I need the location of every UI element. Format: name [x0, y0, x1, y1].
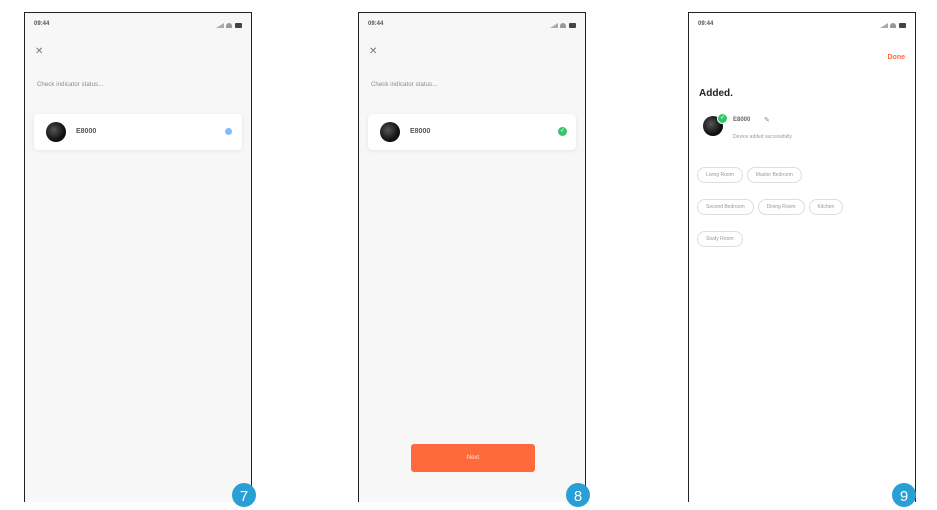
status-icons [880, 21, 906, 29]
signal-icon [880, 23, 888, 28]
loading-spinner-icon [225, 128, 232, 135]
device-icon [46, 122, 66, 142]
step-badge: 7 [232, 483, 256, 507]
wifi-icon [890, 23, 896, 28]
phone-screen-step-7: 09:44 ✕ Check indicator status... E8000 [24, 12, 252, 502]
battery-icon [235, 23, 242, 28]
page-title: Added. [699, 88, 733, 99]
check-icon: ✓ [717, 113, 728, 124]
status-time: 09:44 [698, 21, 714, 27]
status-message: Check indicator status... [37, 82, 104, 88]
status-time: 09:44 [34, 21, 50, 27]
device-name: E8000 [76, 128, 97, 135]
status-message: Check indicator status... [371, 82, 438, 88]
close-icon[interactable]: ✕ [369, 46, 377, 57]
signal-icon [550, 23, 558, 28]
device-icon [380, 122, 400, 142]
step-badge: 9 [892, 483, 916, 507]
device-status: Device added successfully [733, 134, 792, 140]
done-button[interactable]: Done [888, 54, 906, 61]
status-bar: 09:44 [34, 21, 242, 31]
room-chip-living-room[interactable]: Living Room [697, 167, 743, 183]
signal-icon [216, 23, 224, 28]
wifi-icon [226, 23, 232, 28]
status-bar: 09:44 [698, 21, 906, 31]
device-card[interactable]: E8000 [34, 114, 242, 150]
status-time: 09:44 [368, 21, 384, 27]
phone-screen-step-8: 09:44 ✕ Check indicator status... E8000 … [358, 12, 586, 502]
wifi-icon [560, 23, 566, 28]
room-chip-master-bedroom[interactable]: Master Bedroom [746, 167, 802, 183]
phone-screen-step-9: 09:44 Done Added. ✓ E8000 ✎ Device added… [688, 12, 916, 502]
close-icon[interactable]: ✕ [35, 46, 43, 57]
status-icons [216, 21, 242, 29]
room-chip-second-bedroom[interactable]: Second Bedroom [697, 199, 754, 215]
room-list: Living Room Master Bedroom Second Bedroom… [697, 163, 907, 259]
status-bar: 09:44 [368, 21, 576, 31]
next-button[interactable]: Next [411, 444, 535, 472]
check-icon: ✓ [558, 127, 567, 136]
room-chip-dining-room[interactable]: Dining Room [757, 199, 805, 215]
step-badge: 8 [566, 483, 590, 507]
battery-icon [569, 23, 576, 28]
device-card[interactable]: E8000 ✓ [368, 114, 576, 150]
device-name: E8000 [733, 117, 751, 123]
battery-icon [899, 23, 906, 28]
room-chip-study-room[interactable]: Study Room [697, 231, 743, 247]
room-chip-kitchen[interactable]: Kitchen [808, 199, 844, 215]
device-name: E8000 [410, 128, 431, 135]
status-icons [550, 21, 576, 29]
pencil-icon[interactable]: ✎ [764, 116, 770, 124]
